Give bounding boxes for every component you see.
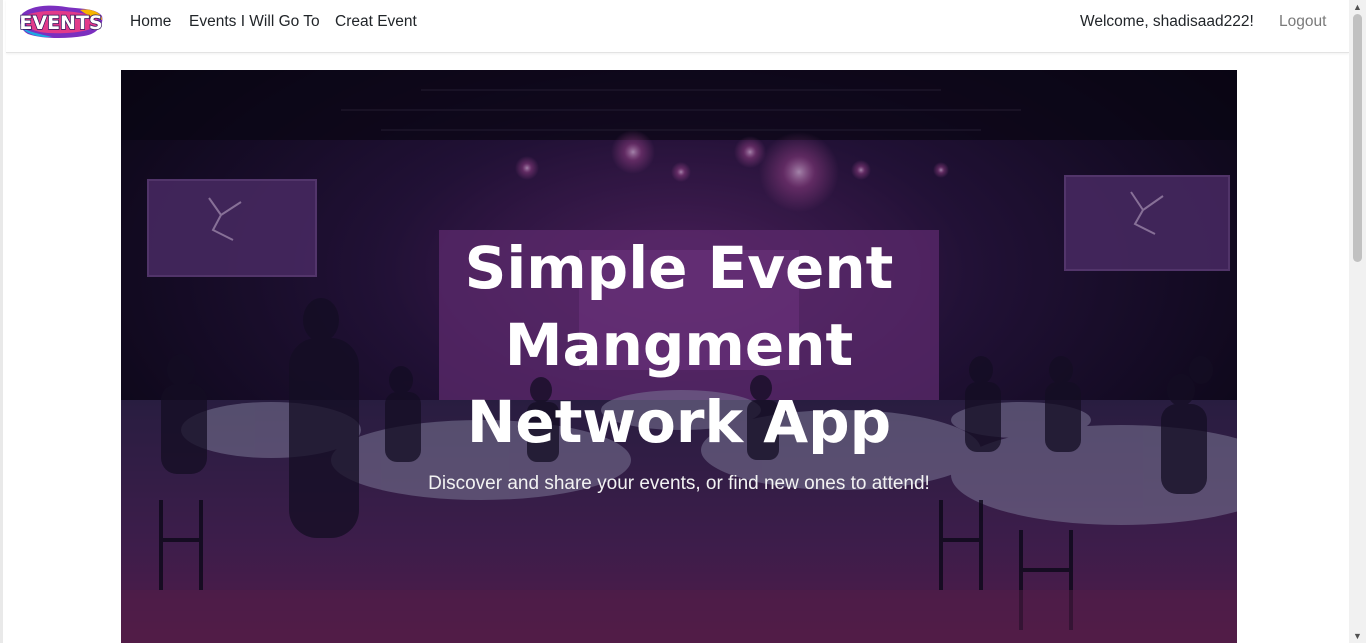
nav-events-i-will-go-to-link[interactable]: Events I Will Go To (189, 13, 320, 31)
vertical-scrollbar[interactable]: ▲ ▼ (1349, 0, 1366, 643)
events-logo[interactable]: EVENTS (18, 4, 104, 40)
hero-title: Simple Event Mangment Network App (464, 234, 894, 456)
hero-subtitle: Discover and share your events, or find … (428, 473, 930, 494)
scroll-down-arrow-icon[interactable]: ▼ (1349, 629, 1366, 643)
nav-create-event-link[interactable]: Creat Event (335, 13, 417, 31)
scroll-thumb[interactable] (1353, 14, 1362, 262)
brand-text: EVENTS (19, 12, 102, 34)
scroll-up-arrow-icon[interactable]: ▲ (1349, 0, 1366, 14)
hero-banner: Simple Event Mangment Network App Discov… (121, 70, 1237, 643)
welcome-message: Welcome, shadisaad222! (1080, 13, 1254, 30)
nav-home-link[interactable]: Home (130, 13, 171, 31)
hero-content: Simple Event Mangment Network App Discov… (121, 230, 1237, 495)
top-navbar: EVENTS Home Events I Will Go To Creat Ev… (6, 0, 1349, 53)
page-viewport: EVENTS Home Events I Will Go To Creat Ev… (0, 0, 1349, 643)
logout-link[interactable]: Logout (1279, 13, 1326, 31)
